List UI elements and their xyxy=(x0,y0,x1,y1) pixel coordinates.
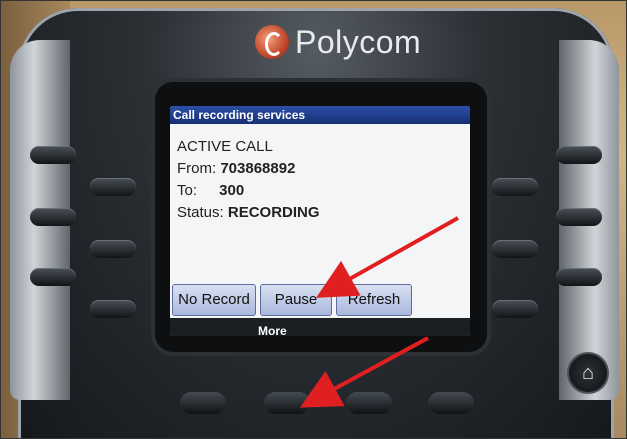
line-key-left-2[interactable] xyxy=(30,208,76,226)
line-key-left-6[interactable] xyxy=(90,300,136,318)
hard-softkey-4[interactable] xyxy=(428,392,474,414)
to-row: To: 300 xyxy=(177,180,320,202)
no-record-softkey[interactable]: No Record xyxy=(172,284,256,316)
line-key-left-1[interactable] xyxy=(30,146,76,164)
from-value: 703868892 xyxy=(220,160,296,177)
brand-name: Polycom xyxy=(295,23,422,60)
refresh-softkey[interactable]: Refresh xyxy=(336,284,412,316)
phone-display: Call recording services ACTIVE CALL From… xyxy=(170,106,470,336)
to-value: 300 xyxy=(219,182,245,199)
status-value: RECORDING xyxy=(227,204,320,221)
line-key-left-5[interactable] xyxy=(90,240,136,258)
home-button[interactable]: ⌂ xyxy=(567,352,609,394)
line-key-left-4[interactable] xyxy=(90,178,136,196)
line-key-right-5[interactable] xyxy=(556,208,602,226)
softkey-more-bar xyxy=(170,318,470,336)
hard-softkey-2[interactable] xyxy=(264,392,310,414)
status-label: Status: xyxy=(177,204,224,221)
line-key-right-2[interactable] xyxy=(492,240,538,258)
line-key-right-4[interactable] xyxy=(556,146,602,164)
line-key-right-1[interactable] xyxy=(492,178,538,196)
brand-logo: Polycom xyxy=(255,22,421,62)
hard-softkey-1[interactable] xyxy=(180,392,226,414)
screen-title: Call recording services xyxy=(170,106,470,124)
more-softkey[interactable]: More xyxy=(258,324,287,338)
line-key-left-3[interactable] xyxy=(30,268,76,286)
hard-softkey-3[interactable] xyxy=(346,392,392,414)
to-label: To: xyxy=(177,182,198,199)
status-row: Status: RECORDING xyxy=(177,202,320,224)
from-row: From: 703868892 xyxy=(177,158,320,180)
phone-photo: Polycom Call recording services ACTIVE C… xyxy=(0,0,627,439)
line-key-right-6[interactable] xyxy=(556,268,602,286)
call-info: ACTIVE CALL From: 703868892 To: 300 Stat… xyxy=(177,136,320,224)
polycom-logo-icon xyxy=(255,25,289,59)
call-state: ACTIVE CALL xyxy=(177,138,273,155)
softkey-bar: No Record Pause Refresh xyxy=(170,284,470,318)
line-key-right-3[interactable] xyxy=(492,300,538,318)
pause-softkey[interactable]: Pause xyxy=(260,284,332,316)
home-icon: ⌂ xyxy=(581,362,595,384)
from-label: From: xyxy=(177,160,217,177)
